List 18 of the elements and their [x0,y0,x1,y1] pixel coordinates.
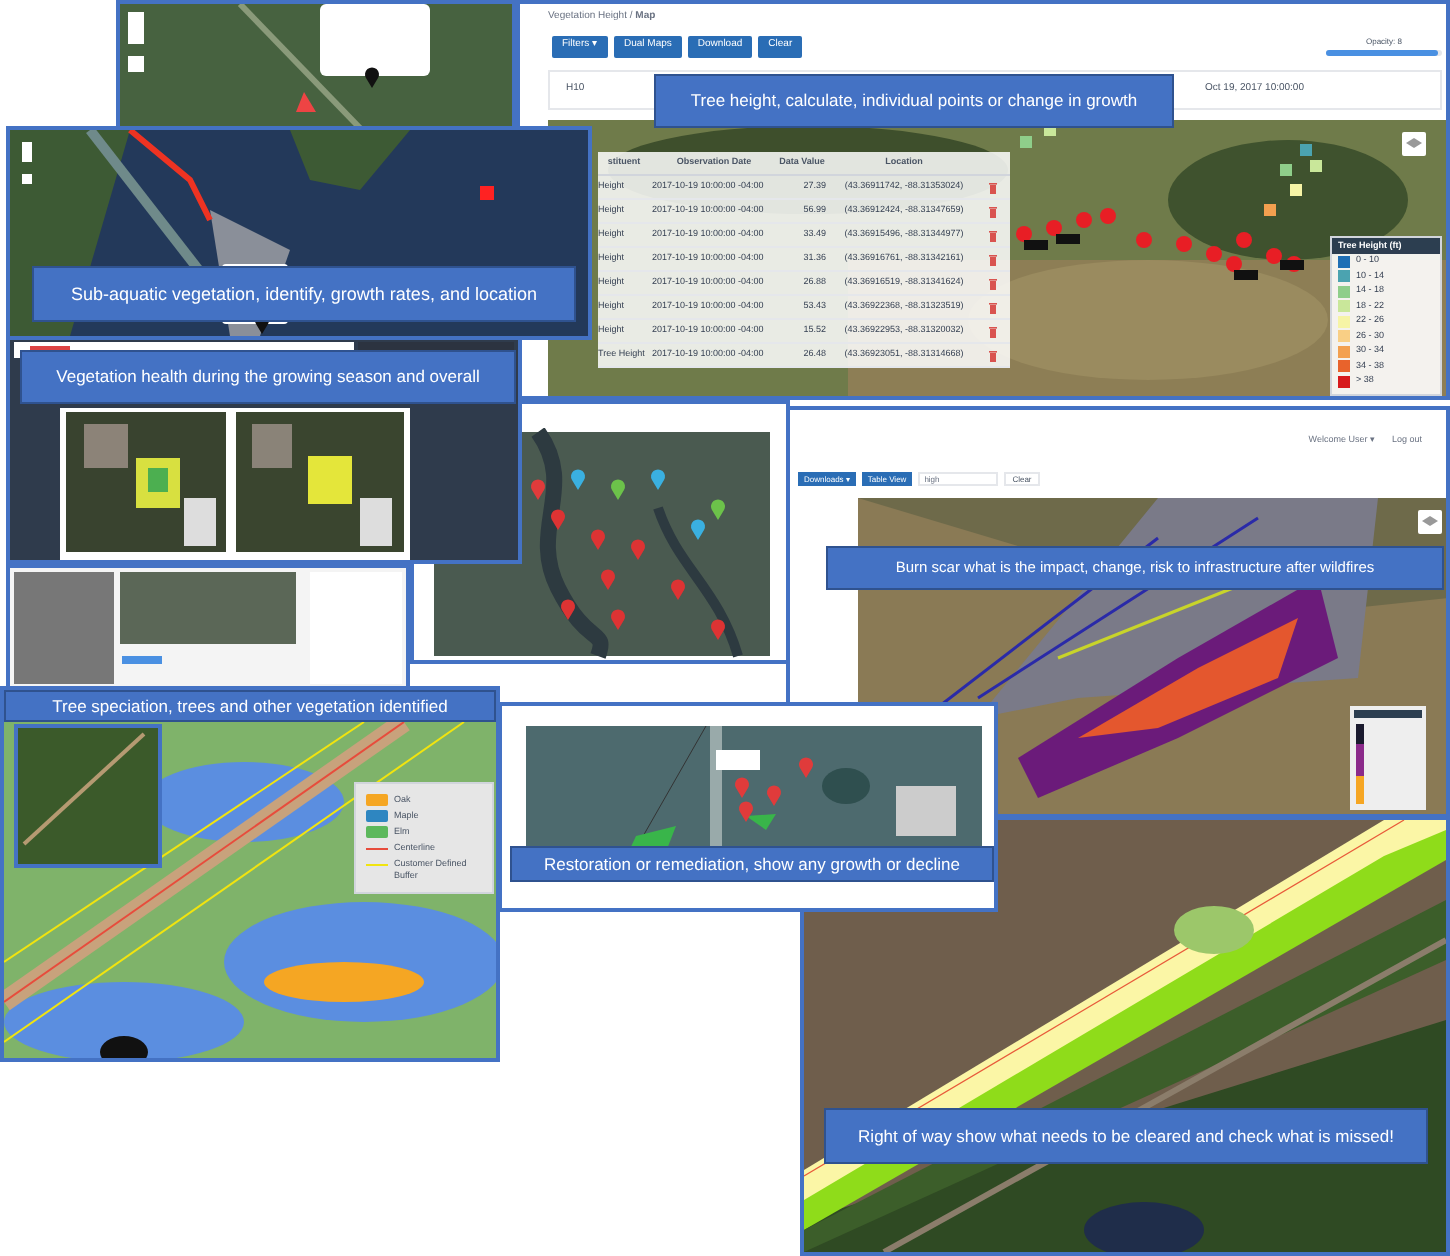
trash-icon [988,205,998,217]
trash-icon [988,325,998,337]
map-legend-drawing [1350,706,1426,810]
caption: Right of way show what needs to be cleared and check what is missed! [824,1108,1428,1164]
caption: Vegetation health during the growing season and overall [20,350,516,404]
caption: Tree height, calculate, individual points or change in growth [654,74,1174,128]
layers-icon [1402,132,1426,156]
trash-icon [988,277,998,289]
opacity-slider[interactable] [1326,50,1442,56]
trash-icon [988,349,998,361]
caption: Sub-aquatic vegetation, identify, growth rates, and location [32,266,576,322]
caption: Tree speciation, trees and other vegetation identified [4,690,496,722]
trash-icon [988,229,998,241]
trash-icon [988,301,998,313]
layers-icon [1418,510,1442,534]
caption: Restoration or remediation, show any growth or decline [510,846,994,882]
trash-icon [988,253,998,265]
trash-icon [988,181,998,193]
